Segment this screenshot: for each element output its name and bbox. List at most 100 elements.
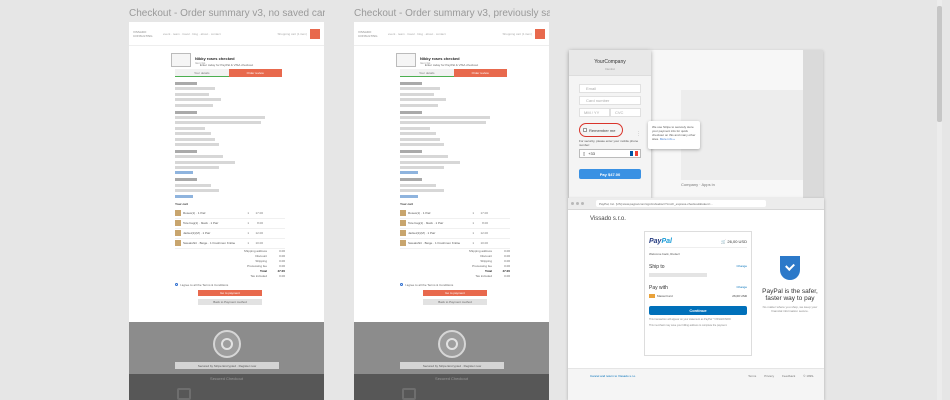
card-number-field[interactable]: Card number — [579, 96, 641, 105]
edit-link[interactable] — [175, 171, 193, 175]
ship-to-section: Ship to Change — [649, 264, 747, 270]
total-row: Tax included 0.00 — [250, 273, 285, 278]
table-row: Roses(1) · 1 Pair 1 17.00 — [175, 209, 285, 219]
security-band: Secured by Stripe Encrypted · Register n… — [354, 322, 549, 374]
company-sub: Dentist — [605, 67, 615, 71]
footer-title: Secured Checkout — [210, 376, 243, 381]
shield-check-icon — [780, 256, 800, 280]
scrollbar-thumb[interactable] — [937, 6, 942, 122]
footer-link-privacy[interactable]: Privacy — [764, 374, 774, 378]
edit-link[interactable] — [400, 171, 418, 175]
order-details: Your cart Roses(1) · 1 Pair 1 17.00 Tote b… — [400, 82, 510, 305]
fine-print: This transaction will appear on your sta… — [649, 318, 731, 321]
site-header: VISSADO CONSULTING event · team · travel… — [129, 22, 324, 46]
table-row: Jacket(1)(M) · 1 Pair 1 12.00 — [175, 229, 285, 239]
edit-link[interactable] — [400, 194, 418, 198]
checkbox-icon[interactable] — [583, 128, 587, 132]
remember-me-checkbox[interactable]: Remember me — [579, 123, 623, 137]
paypal-footer: Cancel and return to Vissado s.r.o. Term… — [568, 368, 824, 400]
continue-button[interactable]: Continue — [649, 306, 747, 315]
paypal-browser-window[interactable]: PayPal, Inc. [US] www.paypal.com/cgi-bin… — [568, 198, 824, 400]
promo-heading: PayPal is the safer, faster way to pay — [762, 288, 818, 302]
maximize-dot-icon[interactable] — [581, 202, 584, 205]
modal-header: YourCompany Dentist — [569, 50, 651, 76]
step-active: Order review — [453, 69, 507, 77]
change-link[interactable]: Change — [736, 264, 747, 270]
go-to-payment-button[interactable]: Go to payment — [198, 289, 262, 296]
total-row: Tax included 0.00 — [475, 273, 510, 278]
product-name: Nikky roses checked — [195, 55, 235, 61]
promo-text: No matter where you shop, we keep your f… — [762, 305, 818, 313]
cancel-link[interactable]: Cancel and return to Vissado s.r.o. — [590, 374, 636, 378]
footer-band: Secured Checkout — [129, 374, 324, 400]
promo-text: Enter today for PayPal & VISA checkout — [424, 63, 479, 67]
table-row: Tote bag(1) · black · 1 Pair 1 8.00 — [400, 219, 510, 229]
background-content — [681, 90, 821, 180]
security-seal-icon — [213, 330, 241, 358]
footer-link-feedback[interactable]: Feedback — [782, 374, 795, 378]
cart-icon — [310, 28, 320, 39]
info-icon[interactable]: ⋮ — [636, 131, 641, 137]
register-bar[interactable]: Secured by Stripe Encrypted · Register n… — [175, 362, 279, 369]
table-row: Sweatshirt · Beige · 1 Freshmen Knitted 1… — [175, 239, 285, 249]
back-button[interactable]: Back to Payment method — [198, 298, 262, 305]
canvas-scrollbar[interactable] — [937, 0, 942, 400]
checkout-page-preview[interactable]: VISSADO CONSULTING event · team · travel… — [354, 22, 549, 400]
background-sidebar — [803, 50, 823, 198]
terms-checkbox[interactable]: I agree to all the Terms & Conditions — [175, 283, 285, 287]
paypal-promo: PayPal is the safer, faster way to pay N… — [758, 256, 822, 313]
basket-title: Your cart — [175, 201, 188, 206]
cart-icon — [535, 28, 545, 39]
close-dot-icon[interactable] — [571, 202, 574, 205]
basket-text: Shopping cart (1 item) — [277, 31, 307, 36]
go-to-payment-button[interactable]: Go to payment — [423, 289, 487, 296]
terms-checkbox[interactable]: I agree to all the Terms & Conditions — [400, 283, 510, 287]
cart-amount[interactable]: 🛒 26,00 USD — [721, 239, 747, 244]
cvc-field[interactable]: CVC — [610, 108, 641, 117]
order-details: Your cart Roses(1) · 1 Pair 1 17.00 Tote b… — [175, 82, 285, 305]
payment-method-row[interactable]: MasterCard 26,00 USD — [649, 294, 747, 298]
register-bar[interactable]: Secured by Stripe Encrypted · Register n… — [400, 362, 504, 369]
checkout-steps: Your details Order review — [175, 69, 282, 77]
more-info-link[interactable]: More info » — [660, 137, 675, 141]
phone-icon: ▯ — [583, 151, 586, 156]
site-nav: event · team · travel · blog · about · c… — [388, 31, 446, 36]
minimize-dot-icon[interactable] — [576, 202, 579, 205]
footer-link-terms[interactable]: Terms — [748, 374, 756, 378]
ship-to-label: Ship to — [649, 264, 665, 270]
phone-field[interactable]: ▯ +33 — [579, 149, 641, 158]
lock-icon — [177, 388, 191, 400]
card-amount: 26,00 USD — [732, 294, 747, 298]
fine-print-2: This merchant may save your billing addr… — [649, 324, 728, 327]
stripe-checkout-modal[interactable]: YourCompany Dentist Email Card number MM… — [569, 50, 651, 198]
step-done: Your details — [175, 69, 229, 77]
pay-with-label: Pay with — [649, 285, 668, 291]
address-placeholder — [649, 273, 707, 277]
checkout-steps: Your details Order review — [400, 69, 507, 77]
footer-band: Secured Checkout — [354, 374, 549, 400]
merchant-name: Vissado s.r.o. — [590, 216, 626, 222]
table-row: Tote bag(1) · black · 1 Pair 1 8.00 — [175, 219, 285, 229]
edit-link[interactable] — [175, 194, 193, 198]
browser-chrome: PayPal, Inc. [US] www.paypal.com/cgi-bin… — [568, 198, 824, 210]
address-bar[interactable]: PayPal, Inc. [US] www.paypal.com/cgi-bin… — [596, 200, 766, 207]
footer-title: Secured Checkout — [435, 376, 468, 381]
site-nav: event · team · travel · blog · about · c… — [163, 31, 221, 36]
site-logo: VISSADO CONSULTING — [358, 29, 378, 38]
lock-icon — [402, 388, 416, 400]
basket-table: Roses(1) · 1 Pair 1 17.00 Tote bag(1) · bl… — [400, 209, 510, 249]
change-link[interactable]: Change — [736, 285, 747, 291]
pay-with-section: Pay with Change — [649, 285, 747, 291]
expiry-field[interactable]: MM / YY — [579, 108, 610, 117]
french-flag-icon[interactable] — [630, 151, 639, 156]
pay-button[interactable]: Pay $47.00 — [579, 169, 641, 179]
email-field[interactable]: Email — [579, 84, 641, 93]
footer-copyright: © 1999- — [803, 374, 814, 378]
frame-label: Checkout - Order summary v3, no saved ca… — [129, 8, 325, 19]
back-button[interactable]: Back to Payment method — [423, 298, 487, 305]
promo-text: Enter today for PayPal & VISA checkout — [199, 63, 254, 67]
checkout-page-preview[interactable]: VISSADO CONSULTING event · team · travel… — [129, 22, 324, 400]
site-logo: VISSADO CONSULTING — [133, 29, 153, 38]
step-done: Your details — [400, 69, 454, 77]
security-seal-icon — [438, 330, 466, 358]
